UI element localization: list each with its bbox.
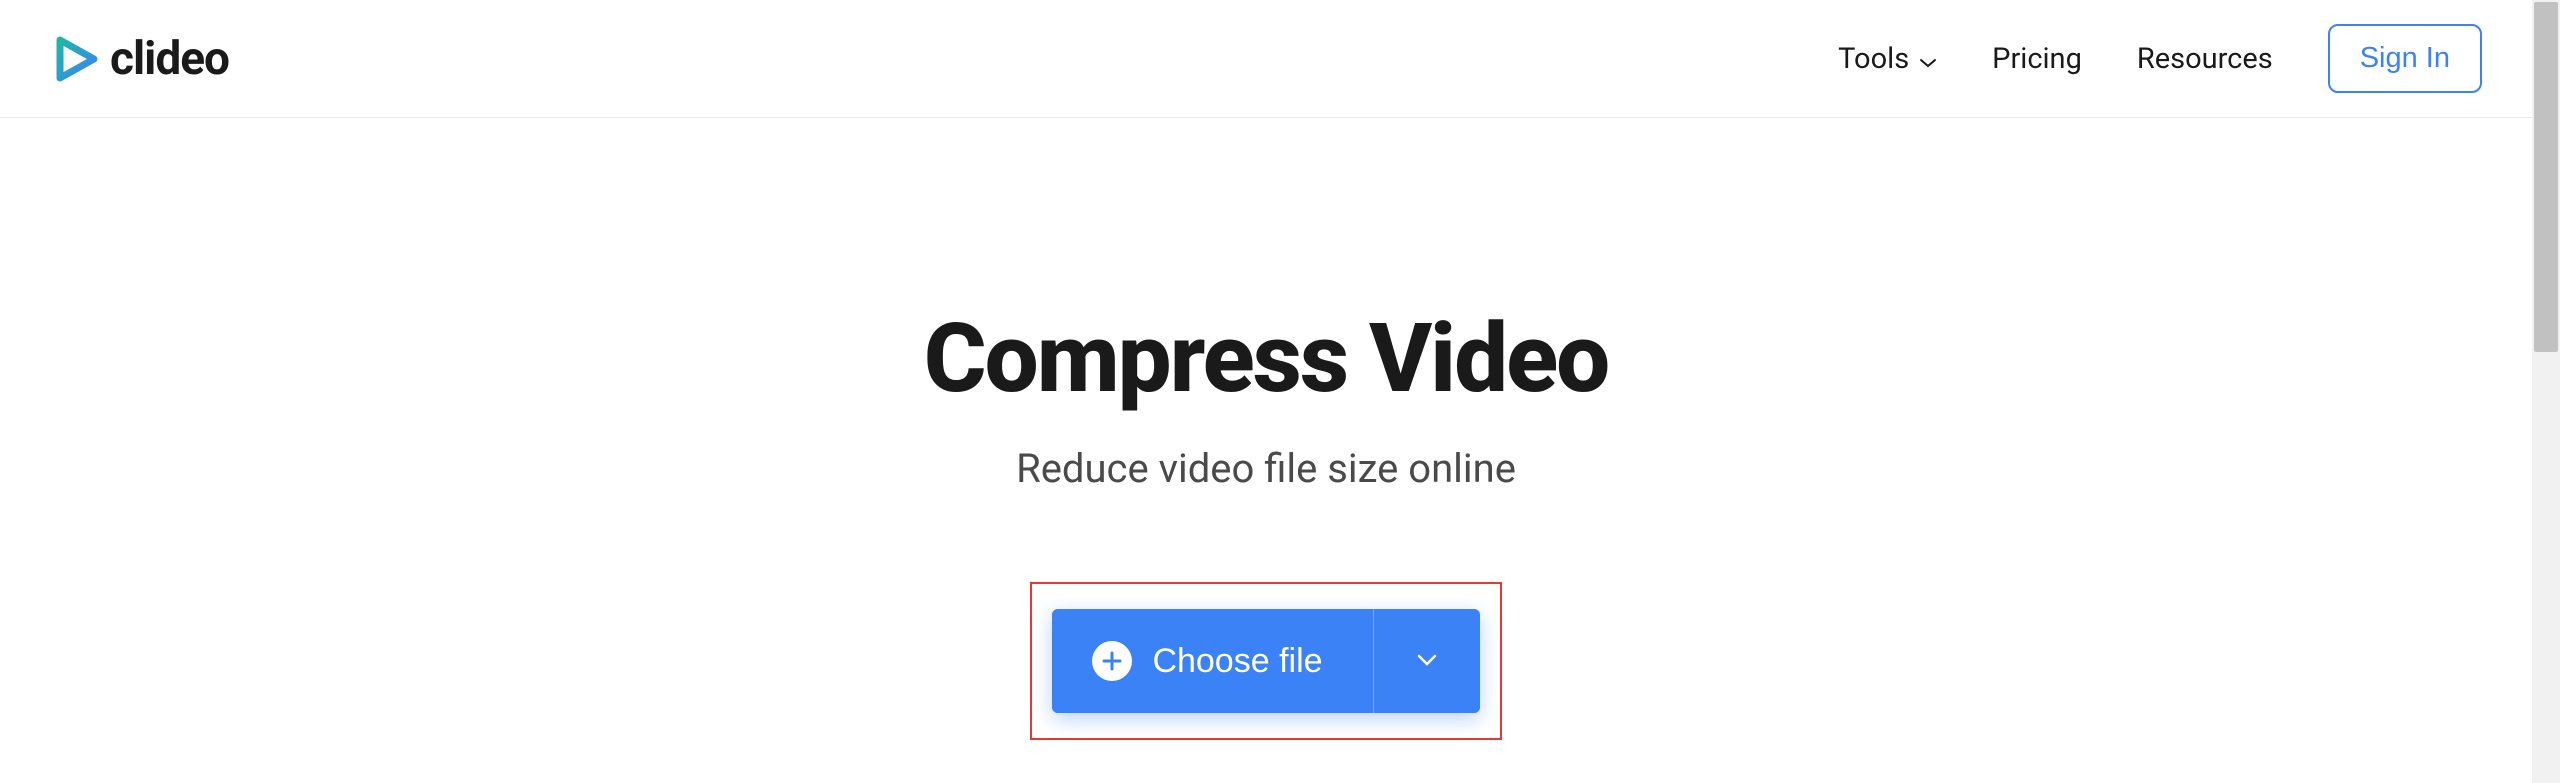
header: clideo Tools Pricing Resources Sign In — [0, 0, 2532, 118]
upload-highlight-box: Choose file — [1030, 582, 1501, 740]
nav-pricing[interactable]: Pricing — [1992, 42, 2082, 76]
nav-resources-label: Resources — [2137, 42, 2273, 76]
logo[interactable]: clideo — [50, 32, 229, 86]
choose-file-button[interactable]: Choose file — [1052, 609, 1372, 713]
nav: Tools Pricing Resources Sign In — [1838, 24, 2482, 93]
main-content: Compress Video Reduce video file size on… — [0, 118, 2532, 740]
chevron-down-icon — [1416, 653, 1438, 670]
nav-pricing-label: Pricing — [1992, 42, 2082, 76]
scrollbar-track[interactable] — [2532, 0, 2560, 783]
choose-file-container: Choose file — [1052, 609, 1479, 713]
logo-text: clideo — [110, 32, 229, 86]
nav-tools[interactable]: Tools — [1838, 42, 1937, 76]
scrollbar-thumb[interactable] — [2534, 2, 2558, 352]
logo-icon — [50, 34, 100, 84]
choose-file-dropdown-button[interactable] — [1373, 609, 1480, 713]
sign-in-button[interactable]: Sign In — [2328, 24, 2482, 93]
choose-file-label: Choose file — [1152, 642, 1322, 681]
page-subtitle: Reduce video file size online — [1016, 445, 1516, 492]
page-title: Compress Video — [924, 303, 1609, 415]
nav-tools-label: Tools — [1838, 42, 1909, 76]
nav-resources[interactable]: Resources — [2137, 42, 2273, 76]
chevron-down-icon — [1919, 42, 1937, 76]
plus-icon — [1092, 641, 1132, 681]
